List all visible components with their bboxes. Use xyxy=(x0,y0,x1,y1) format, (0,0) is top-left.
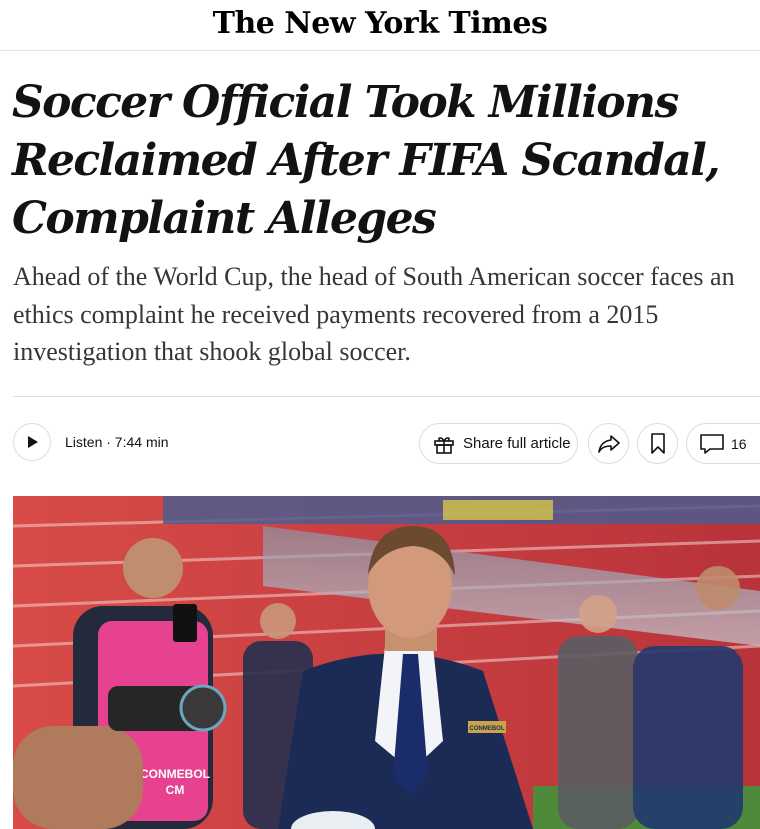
bib-text-line1: CONMEBOL xyxy=(140,767,210,781)
lead-photo-illustration: CONMEBOL CM CONMEBOL xyxy=(13,496,760,829)
masthead: The New York Times xyxy=(0,0,760,51)
listen-label[interactable]: Listen · 7:44 min xyxy=(65,434,169,450)
article-summary: Ahead of the World Cup, the head of Sout… xyxy=(13,262,735,366)
comments-button[interactable]: 16 xyxy=(686,423,760,464)
share-full-article-button[interactable]: Share full article xyxy=(419,423,578,464)
gift-icon xyxy=(432,432,456,456)
play-icon xyxy=(28,436,38,448)
lead-photo[interactable]: CONMEBOL CM CONMEBOL xyxy=(13,496,760,829)
share-label: Share full article xyxy=(463,435,571,452)
divider xyxy=(13,396,760,397)
article-headline: Soccer Official Took Millions Reclaimed … xyxy=(12,77,721,244)
comment-icon xyxy=(699,433,725,455)
bookmark-icon xyxy=(650,432,665,454)
comment-count: 16 xyxy=(731,435,747,452)
bib-text-line2: CM xyxy=(166,783,185,797)
share-arrow-icon xyxy=(597,434,620,453)
play-audio-button[interactable] xyxy=(13,423,51,461)
share-button[interactable] xyxy=(588,423,629,464)
badge-text: CONMEBOL xyxy=(470,726,505,732)
nyt-logo[interactable]: The New York Times xyxy=(0,6,760,41)
save-bookmark-button[interactable] xyxy=(637,423,678,464)
